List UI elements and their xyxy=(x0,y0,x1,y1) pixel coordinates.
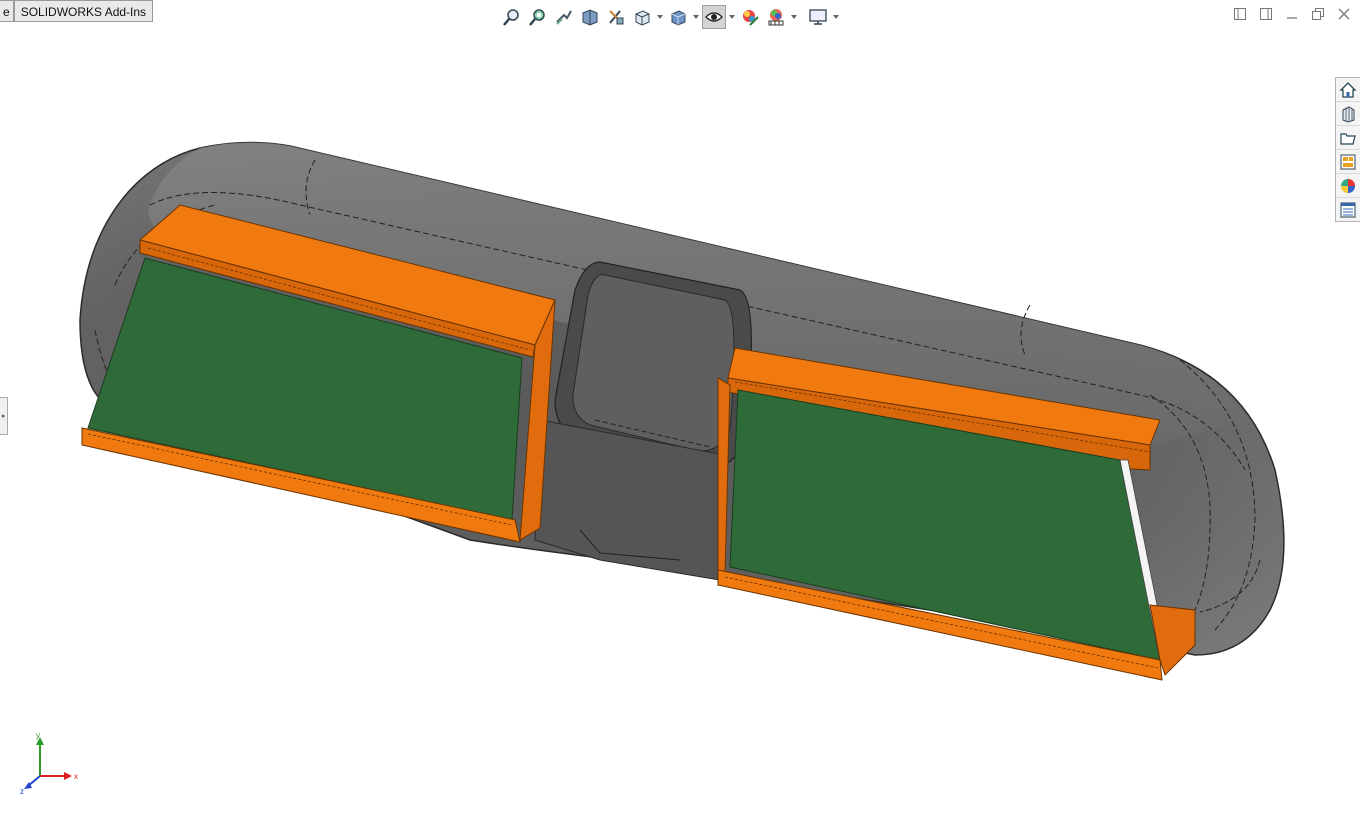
tile-left-icon xyxy=(1234,8,1246,20)
triad-y-label: y xyxy=(36,732,40,740)
reference-triad: y x z xyxy=(20,732,78,794)
display-style-icon xyxy=(671,10,686,26)
display-style-button[interactable] xyxy=(666,5,690,29)
previous-view-button[interactable] xyxy=(552,5,576,29)
task-pane-view-palette-tab[interactable] xyxy=(1336,150,1360,174)
zoom-to-area-icon xyxy=(529,9,545,26)
task-pane-appearances-tab[interactable] xyxy=(1336,174,1360,198)
view-orientation-button[interactable] xyxy=(630,5,654,29)
hide-show-items-icon xyxy=(705,12,723,22)
view-settings-dropdown[interactable] xyxy=(832,5,840,29)
heads-up-view-toolbar xyxy=(500,4,840,30)
minimize-icon xyxy=(1287,17,1297,19)
window-controls xyxy=(1233,7,1351,21)
apply-scene-icon xyxy=(768,9,784,26)
zoom-to-fit-icon xyxy=(503,9,519,26)
tab-partial[interactable]: e xyxy=(0,0,14,22)
tile-left-button[interactable] xyxy=(1233,7,1247,21)
triad-z-label: z xyxy=(20,787,24,794)
task-pane-file-explorer-tab[interactable] xyxy=(1336,126,1360,150)
graphics-area[interactable] xyxy=(0,30,1330,830)
tile-right-icon xyxy=(1260,8,1272,20)
edit-appearance-icon xyxy=(743,10,759,26)
appearances-scenes-decals-icon xyxy=(1341,178,1355,193)
file-explorer-icon xyxy=(1340,132,1356,145)
zoom-to-fit-button[interactable] xyxy=(500,5,524,29)
design-library-icon xyxy=(1342,105,1355,123)
zoom-to-area-button[interactable] xyxy=(526,5,550,29)
restore-icon xyxy=(1312,8,1324,20)
previous-view-icon xyxy=(556,10,572,25)
tab-solidworks-addins[interactable]: SOLIDWORKS Add-Ins xyxy=(13,0,154,22)
command-manager-tabs: e SOLIDWORKS Add-Ins xyxy=(0,0,154,24)
task-pane-tabs xyxy=(1335,77,1360,222)
solidworks-resources-icon xyxy=(1339,81,1357,98)
view-settings-button[interactable] xyxy=(806,5,830,29)
view-orientation-dropdown[interactable] xyxy=(656,5,664,29)
task-pane-custom-properties-tab[interactable] xyxy=(1336,198,1360,221)
apply-scene-button[interactable] xyxy=(764,5,788,29)
restore-button[interactable] xyxy=(1311,7,1325,21)
section-view-button[interactable] xyxy=(578,5,602,29)
view-settings-icon xyxy=(809,9,827,25)
apply-scene-dropdown[interactable] xyxy=(790,5,798,29)
edit-appearance-button[interactable] xyxy=(738,5,762,29)
task-pane-design-library-tab[interactable] xyxy=(1336,102,1360,126)
tile-right-button[interactable] xyxy=(1259,7,1273,21)
custom-properties-icon xyxy=(1340,202,1356,217)
triad-x-arrow xyxy=(64,772,72,780)
task-pane-resources-tab[interactable] xyxy=(1336,78,1360,102)
triad-x-label: x xyxy=(74,772,78,781)
close-icon xyxy=(1338,8,1350,20)
dynamic-annotation-views-button[interactable] xyxy=(604,5,628,29)
dynamic-annotation-views-icon xyxy=(609,10,624,25)
hide-show-items-button[interactable] xyxy=(702,5,726,29)
section-view-icon xyxy=(582,9,598,26)
view-orientation-icon xyxy=(635,10,650,26)
close-button[interactable] xyxy=(1337,7,1351,21)
view-palette-icon xyxy=(1340,154,1356,169)
hide-show-items-dropdown[interactable] xyxy=(728,5,736,29)
minimize-button[interactable] xyxy=(1285,7,1299,21)
display-style-dropdown[interactable] xyxy=(692,5,700,29)
